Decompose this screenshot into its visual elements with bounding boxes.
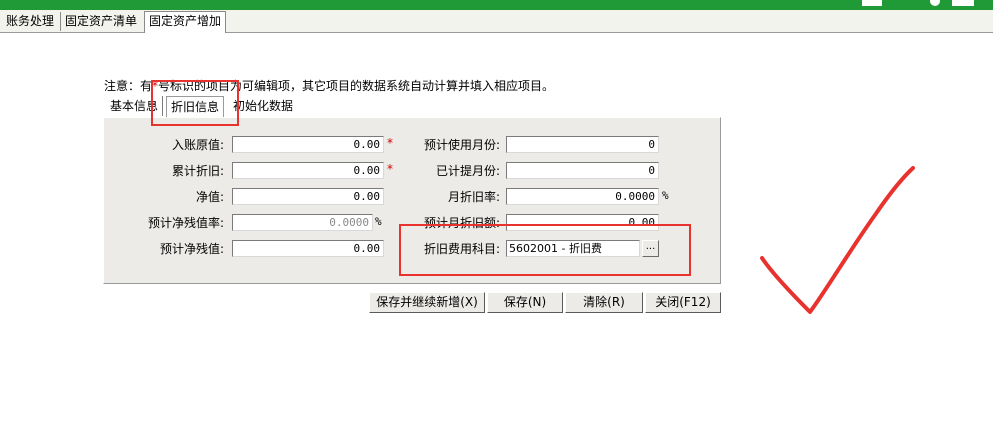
residual-rate-input[interactable]: 0.0000 — [232, 214, 373, 231]
accrued-months-label: 已计提月份: — [435, 164, 500, 178]
net-value-label: 净值: — [195, 190, 224, 204]
tab-basic-info[interactable]: 基本信息 — [106, 96, 164, 116]
tab-asset-list[interactable]: 固定资产清单 — [60, 12, 141, 31]
useful-months-input[interactable]: 0 — [506, 136, 659, 153]
clear-button[interactable]: 清除(R) — [565, 292, 643, 313]
app-tab-bar: 账务处理 固定资产清单 固定资产增加 — [0, 10, 993, 33]
monthly-rate-label: 月折旧率: — [447, 190, 500, 204]
save-button[interactable]: 保存(N) — [487, 292, 563, 313]
residual-value-label: 预计净残值: — [159, 242, 224, 256]
required-star: * — [387, 162, 393, 176]
notice-text: 注意：有*号标识的项目为可编辑项，其它项目的数据系统自动计算并填入相应项目。 — [104, 77, 554, 94]
original-value-label: 入账原值: — [171, 138, 224, 152]
notice-suffix: 号标识的项目为可编辑项，其它项目的数据系统自动计算并填入相应项目。 — [158, 79, 555, 93]
tab-accounting[interactable]: 账务处理 — [2, 12, 58, 31]
residual-value-input[interactable]: 0.00 — [232, 240, 384, 257]
tab-depreciation-info[interactable]: 折旧信息 — [166, 96, 225, 118]
tab-asset-add[interactable]: 固定资产增加 — [144, 11, 227, 33]
expense-account-input[interactable]: 5602001 - 折旧费 — [506, 240, 640, 257]
accumulated-depreciation-input[interactable]: 0.00 — [232, 162, 384, 179]
close-icon[interactable] — [952, 0, 974, 6]
original-value-input[interactable]: 0.00 — [232, 136, 384, 153]
notice-prefix: 注意：有 — [104, 79, 153, 93]
percent-unit: % — [375, 215, 382, 228]
net-value-input[interactable]: 0.00 — [232, 188, 384, 205]
required-star: * — [387, 136, 393, 150]
help-icon[interactable] — [930, 0, 940, 6]
minimize-icon[interactable] — [862, 0, 882, 6]
accumulated-depreciation-label: 累计折旧: — [171, 164, 224, 178]
expense-account-label: 折旧费用科目: — [423, 242, 500, 256]
account-lookup-button[interactable]: ... — [642, 240, 659, 257]
checkmark-stroke — [760, 166, 915, 314]
residual-rate-label: 预计净残值率: — [147, 216, 224, 230]
save-and-continue-button[interactable]: 保存并继续新增(X) — [369, 292, 485, 313]
checkmark-icon — [760, 166, 915, 314]
accrued-months-input[interactable]: 0 — [506, 162, 659, 179]
percent-unit: % — [662, 189, 669, 202]
title-bar — [0, 0, 993, 10]
close-button[interactable]: 关闭(F12) — [645, 292, 721, 313]
monthly-rate-input[interactable]: 0.0000 — [506, 188, 659, 205]
tab-initial-data[interactable]: 初始化数据 — [229, 96, 297, 116]
monthly-amount-input[interactable]: 0.00 — [506, 214, 659, 231]
monthly-amount-label: 预计月折旧额: — [423, 216, 500, 230]
useful-months-label: 预计使用月份: — [423, 138, 500, 152]
